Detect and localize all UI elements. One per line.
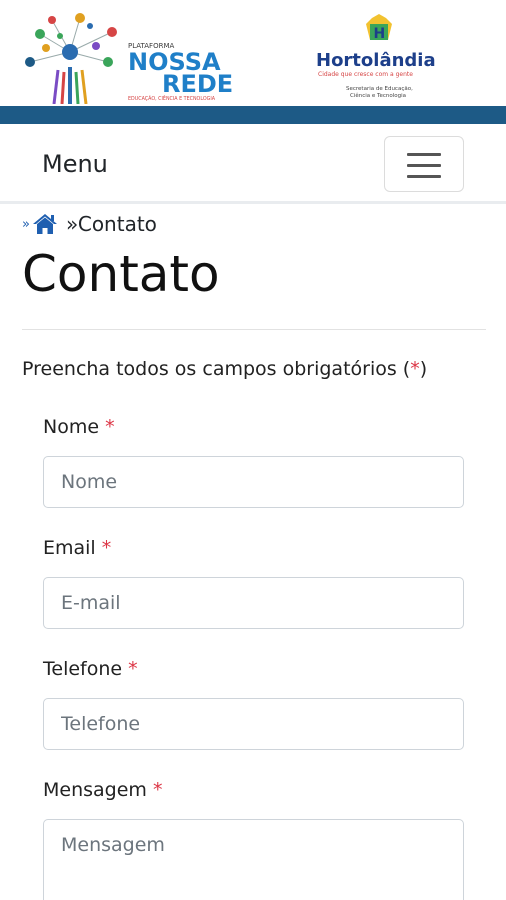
email-label: Email * bbox=[43, 537, 111, 559]
breadcrumb-current: »Contato bbox=[65, 212, 157, 236]
nossa-rede-logo[interactable]: PLATAFORMA NOSSA REDE EDUCAÇÃO, CIÊNCIA … bbox=[20, 12, 240, 104]
required-asterisk: * bbox=[128, 658, 138, 680]
email-input[interactable] bbox=[43, 577, 464, 629]
required-asterisk: * bbox=[105, 416, 115, 438]
hortolandia-dept-line2: Ciência e Tecnologia bbox=[350, 92, 406, 99]
phone-label: Telefone * bbox=[43, 658, 138, 680]
required-asterisk: * bbox=[101, 537, 112, 559]
network-tree-graphic bbox=[25, 13, 117, 104]
emblem-letter: H bbox=[374, 26, 386, 42]
hortolandia-emblem-icon: H bbox=[366, 14, 392, 42]
name-label-text: Nome bbox=[43, 416, 100, 438]
message-label-text: Mensagem bbox=[43, 779, 147, 801]
hortolandia-name-text: Hortolândia bbox=[316, 50, 436, 71]
hamburger-icon bbox=[407, 175, 441, 178]
hamburger-icon bbox=[407, 164, 441, 167]
hortolandia-slogan-text: Cidade que cresce com a gente bbox=[318, 71, 413, 78]
name-label: Nome * bbox=[43, 416, 115, 438]
phone-input[interactable] bbox=[43, 698, 464, 750]
required-asterisk: * bbox=[152, 779, 163, 801]
page-title: Contato bbox=[22, 245, 220, 303]
hamburger-icon bbox=[407, 153, 441, 156]
hortolandia-logo[interactable]: H Hortolândia Cidade que cresce com a ge… bbox=[312, 14, 446, 104]
email-label-text: Email bbox=[43, 537, 96, 559]
header-color-band bbox=[0, 106, 506, 124]
name-input[interactable] bbox=[43, 456, 464, 508]
title-divider bbox=[22, 329, 486, 330]
site-header: PLATAFORMA NOSSA REDE EDUCAÇÃO, CIÊNCIA … bbox=[0, 0, 506, 106]
required-note-close: ) bbox=[419, 358, 428, 380]
required-asterisk: * bbox=[410, 358, 420, 380]
required-note-text: Preencha todos os campos obrigatórios ( bbox=[22, 358, 411, 380]
breadcrumb: » »Contato bbox=[22, 211, 157, 237]
message-textarea[interactable] bbox=[43, 819, 464, 900]
menu-toggle-button[interactable] bbox=[384, 136, 464, 192]
hortolandia-dept-line1: Secretaria de Educação, bbox=[346, 86, 413, 92]
breadcrumb-separator: » bbox=[22, 216, 30, 232]
message-label: Mensagem * bbox=[43, 779, 162, 801]
phone-label-text: Telefone bbox=[43, 658, 123, 680]
navbar: Menu bbox=[0, 124, 506, 204]
logo-rede-text: REDE bbox=[162, 70, 233, 98]
home-icon[interactable] bbox=[32, 213, 58, 235]
menu-label[interactable]: Menu bbox=[42, 150, 108, 178]
required-fields-note: Preencha todos os campos obrigatórios (*… bbox=[22, 358, 427, 380]
